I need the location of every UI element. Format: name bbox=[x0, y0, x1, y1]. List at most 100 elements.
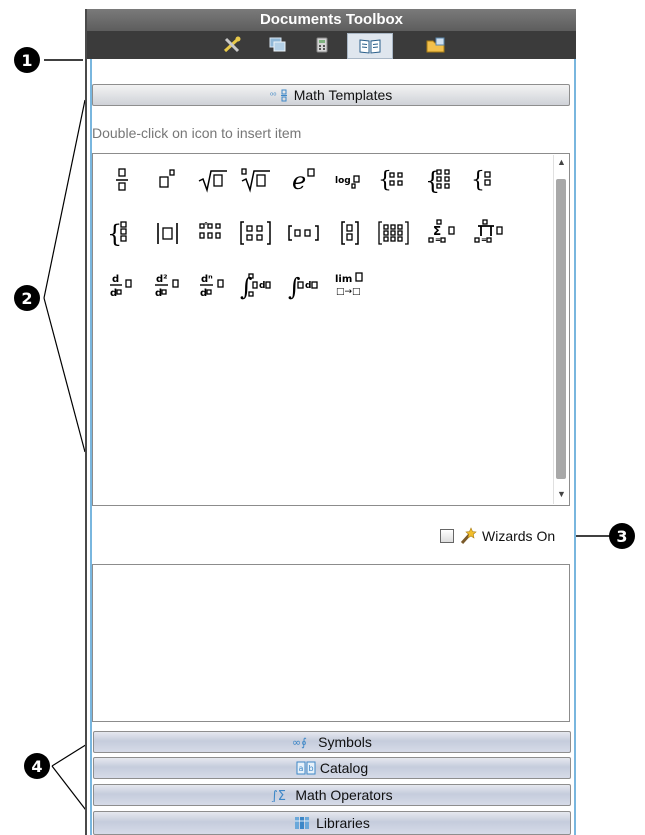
math-templates-palette: e log{{{{° Σ = = d d d² d dⁿ d ∫ d ∫ d lim □→□ ▲ ▼ bbox=[92, 153, 570, 506]
system-n-template-icon-glyph: { bbox=[107, 220, 127, 248]
column-vector-template-icon-glyph bbox=[341, 221, 359, 245]
svg-text:{: { bbox=[107, 220, 122, 248]
catalog-icon: a b bbox=[296, 761, 316, 775]
math-templates-header[interactable]: ⁰⁰ Math Templates bbox=[92, 84, 570, 106]
first-derivative-template-icon[interactable]: dd bbox=[101, 267, 145, 303]
catalog-label: Catalog bbox=[319, 760, 369, 776]
nth-derivative-template-icon-glyph: dⁿ d bbox=[200, 274, 224, 299]
system-2-template-icon-glyph: { bbox=[471, 168, 491, 193]
indefinite-integral-template-icon[interactable]: ∫ d bbox=[282, 267, 326, 303]
fraction-template-icon[interactable] bbox=[101, 162, 145, 198]
nth-root-template-icon[interactable] bbox=[234, 162, 278, 198]
libraries-section-header[interactable]: Libraries bbox=[93, 811, 571, 835]
wizards-toggle[interactable]: Wizards On bbox=[440, 527, 555, 545]
wizards-checkbox[interactable] bbox=[440, 529, 454, 543]
piecewise-2-template-icon-glyph: { bbox=[378, 168, 403, 193]
math-operators-label: Math Operators bbox=[295, 787, 393, 803]
tab-page-sorter[interactable] bbox=[263, 34, 293, 56]
svg-text:d: d bbox=[259, 281, 265, 291]
row-vector-template-icon[interactable] bbox=[282, 215, 326, 251]
callout-1: 1 bbox=[14, 47, 40, 73]
tab-content-explorer[interactable] bbox=[421, 34, 451, 56]
svg-text:□→□: □→□ bbox=[336, 287, 361, 297]
tab-documents-toolbox[interactable] bbox=[347, 33, 393, 59]
scroll-down-arrow-icon[interactable]: ▼ bbox=[557, 489, 566, 499]
libraries-icon bbox=[295, 817, 310, 829]
absolute-value-template-icon-glyph bbox=[157, 223, 178, 244]
e-exponent-template-icon-glyph: e bbox=[292, 167, 315, 195]
toolbox-tab-bar bbox=[87, 31, 576, 59]
matrix-mxn-template-icon-glyph bbox=[378, 221, 409, 245]
fraction-template-icon-glyph bbox=[116, 168, 128, 191]
piecewise-n-template-icon[interactable]: { bbox=[419, 162, 463, 198]
svg-text:=: = bbox=[481, 236, 487, 244]
documents-toolbox-icon bbox=[359, 39, 381, 54]
callout-3: 3 bbox=[609, 523, 635, 549]
log-template-icon-glyph: log bbox=[335, 175, 360, 189]
math-operators-section-header[interactable]: ∫Σ Math Operators bbox=[93, 784, 571, 806]
symbols-icon: ∞∮ bbox=[292, 736, 307, 749]
toolbox-title: Documents Toolbox bbox=[87, 9, 576, 31]
svg-text:lim: lim bbox=[335, 274, 352, 285]
row-vector-template-icon-glyph bbox=[288, 225, 319, 241]
column-vector-template-icon[interactable] bbox=[328, 215, 372, 251]
matrix-2x2-template-icon[interactable] bbox=[234, 215, 278, 251]
math-templates-label: Math Templates bbox=[293, 87, 393, 103]
content-explorer-icon bbox=[426, 37, 445, 53]
matrix-mxn-template-icon[interactable] bbox=[372, 215, 416, 251]
sum-template-icon-glyph: Σ= bbox=[428, 219, 455, 244]
scroll-up-arrow-icon[interactable]: ▲ bbox=[557, 157, 566, 167]
svg-text:e: e bbox=[292, 167, 306, 195]
second-derivative-template-icon[interactable]: d² d bbox=[146, 267, 190, 303]
svg-text:=: = bbox=[435, 236, 441, 244]
piecewise-2-template-icon[interactable]: { bbox=[372, 162, 416, 198]
tab-scratchpad[interactable] bbox=[307, 34, 337, 56]
exponent-template-icon-glyph bbox=[159, 169, 175, 188]
scroll-thumb[interactable] bbox=[556, 179, 566, 479]
catalog-section-header[interactable]: a b Catalog bbox=[93, 757, 571, 779]
svg-text:∞∮: ∞∮ bbox=[292, 736, 307, 749]
math-templates-icon: ⁰⁰ bbox=[270, 89, 287, 102]
indefinite-integral-template-icon-glyph: ∫ d bbox=[288, 273, 318, 300]
definite-integral-template-icon[interactable]: ∫ d bbox=[234, 267, 278, 303]
square-root-template-icon-glyph bbox=[198, 170, 227, 193]
svg-text:dⁿ: dⁿ bbox=[201, 274, 213, 285]
callout-4: 4 bbox=[24, 753, 50, 779]
callout-2: 2 bbox=[14, 285, 40, 311]
template-scrollbar[interactable]: ▲ ▼ bbox=[553, 155, 568, 504]
limit-template-icon[interactable]: lim □→□ bbox=[328, 267, 372, 303]
template-hint-text: Double-click on icon to insert item bbox=[92, 125, 302, 141]
system-n-template-icon[interactable]: { bbox=[101, 215, 145, 251]
svg-text:log: log bbox=[335, 176, 351, 186]
svg-text:⁰⁰: ⁰⁰ bbox=[270, 91, 276, 100]
product-template-icon[interactable]: = bbox=[465, 215, 509, 251]
first-derivative-template-icon-glyph: dd bbox=[110, 274, 132, 299]
svg-text:°: ° bbox=[204, 221, 208, 230]
symbols-label: Symbols bbox=[318, 734, 372, 750]
svg-text:∫Σ: ∫Σ bbox=[271, 789, 286, 802]
sum-template-icon[interactable]: Σ = bbox=[419, 215, 463, 251]
tab-utilities[interactable] bbox=[217, 34, 247, 56]
svg-text:d: d bbox=[112, 274, 119, 285]
symbols-section-header[interactable]: ∞∮ Symbols bbox=[93, 731, 571, 753]
limit-template-icon-glyph: lim □→□ bbox=[335, 272, 363, 297]
svg-text:d: d bbox=[305, 281, 311, 291]
svg-text:{: { bbox=[471, 168, 485, 193]
degree-minute-second-template-icon[interactable]: ° bbox=[191, 215, 235, 251]
second-derivative-template-icon-glyph: d² d bbox=[155, 274, 179, 299]
square-root-template-icon[interactable] bbox=[191, 162, 235, 198]
svg-text:a: a bbox=[298, 764, 303, 773]
system-2-template-icon[interactable]: { bbox=[465, 162, 509, 198]
piecewise-n-template-icon-glyph: { bbox=[425, 167, 450, 195]
math-operators-icon: ∫Σ bbox=[271, 789, 286, 802]
svg-text:d: d bbox=[200, 288, 207, 299]
exponent-template-icon[interactable] bbox=[146, 162, 190, 198]
svg-text:d²: d² bbox=[156, 274, 168, 285]
svg-text:d: d bbox=[110, 288, 117, 299]
scratchpad-icon bbox=[316, 37, 328, 53]
nth-derivative-template-icon[interactable]: dⁿ d bbox=[191, 267, 235, 303]
log-template-icon[interactable]: log bbox=[328, 162, 372, 198]
libraries-label: Libraries bbox=[316, 815, 370, 831]
e-exponent-template-icon[interactable]: e bbox=[282, 162, 326, 198]
absolute-value-template-icon[interactable] bbox=[146, 215, 190, 251]
